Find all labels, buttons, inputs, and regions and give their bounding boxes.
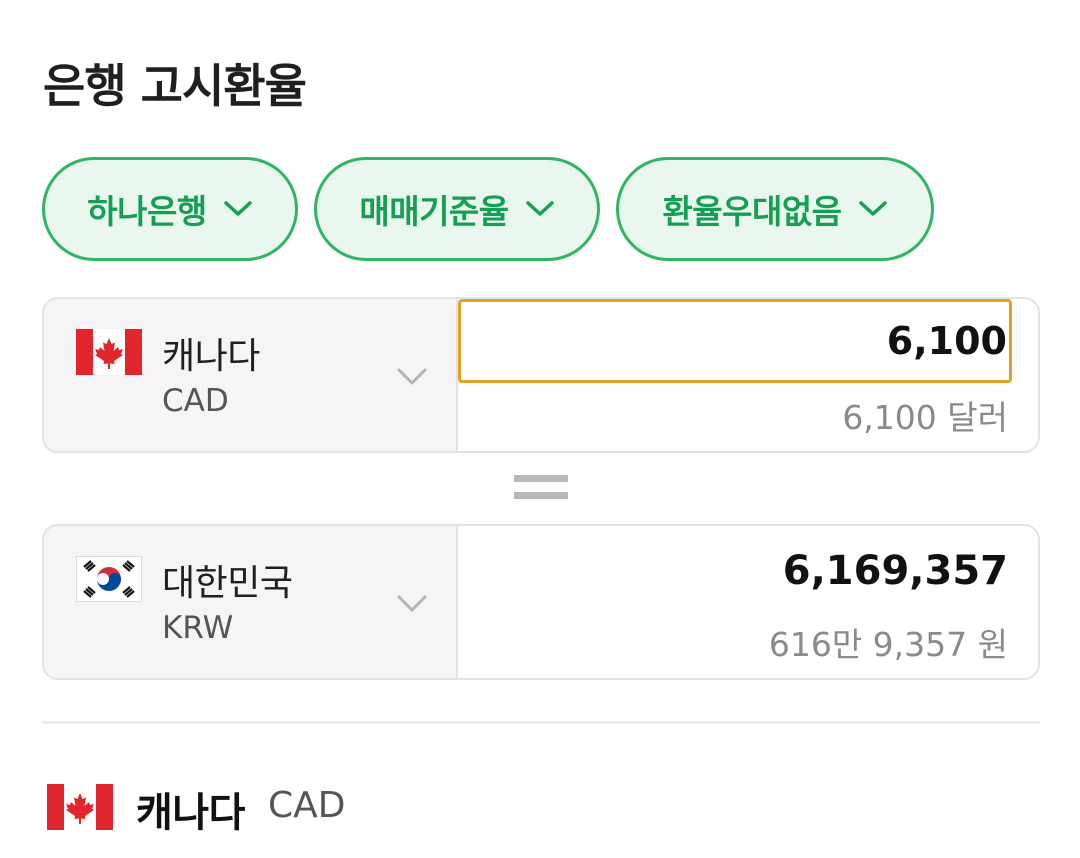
rate-type-label: 매매기준율 bbox=[359, 192, 509, 231]
detail-currency-code: CAD bbox=[268, 785, 346, 826]
to-currency-box: 대한민국 KRW 6,169,357 616만 9,357 원 bbox=[42, 524, 1040, 680]
from-currency-box: 캐나다 CAD 6,100 달러 bbox=[42, 297, 1040, 453]
preferential-rate-chip[interactable]: 환율우대없음 bbox=[616, 157, 934, 261]
bank-select-chip[interactable]: 하나은행 bbox=[42, 157, 298, 261]
to-currency-select[interactable]: 대한민국 KRW bbox=[44, 526, 458, 678]
preferential-rate-label: 환율우대없음 bbox=[662, 192, 842, 231]
chevron-down-icon bbox=[397, 595, 427, 612]
canada-flag-icon bbox=[47, 784, 113, 830]
chevron-down-icon bbox=[858, 201, 887, 216]
from-amount-text: 6,100 달러 bbox=[842, 398, 1008, 437]
to-currency-code: KRW bbox=[162, 610, 234, 646]
rate-type-chip[interactable]: 매매기준율 bbox=[314, 157, 600, 261]
page-title: 은행 고시환율 bbox=[43, 59, 307, 113]
chevron-down-icon bbox=[223, 201, 252, 216]
bank-select-label: 하나은행 bbox=[87, 192, 207, 231]
chevron-down-icon bbox=[525, 201, 554, 216]
chevron-down-icon bbox=[397, 368, 427, 385]
from-currency-name: 캐나다 bbox=[162, 336, 260, 377]
to-amount-text: 616만 9,357 원 bbox=[768, 625, 1008, 664]
to-currency-name: 대한민국 bbox=[162, 563, 293, 604]
from-amount-input[interactable] bbox=[458, 299, 1012, 383]
from-currency-select[interactable]: 캐나다 CAD bbox=[44, 299, 458, 451]
section-divider bbox=[42, 721, 1040, 724]
detail-currency-name: 캐나다 bbox=[136, 790, 245, 836]
exchange-rate-widget: 은행 고시환율 하나은행 매매기준율 환율우대없음 캐나다 CAD 6,100 … bbox=[0, 0, 1080, 858]
equals-icon bbox=[514, 475, 568, 503]
from-currency-code: CAD bbox=[162, 383, 229, 419]
korea-flag-icon bbox=[76, 556, 142, 602]
canada-flag-icon bbox=[76, 329, 142, 375]
to-amount-value: 6,169,357 bbox=[782, 548, 1008, 594]
